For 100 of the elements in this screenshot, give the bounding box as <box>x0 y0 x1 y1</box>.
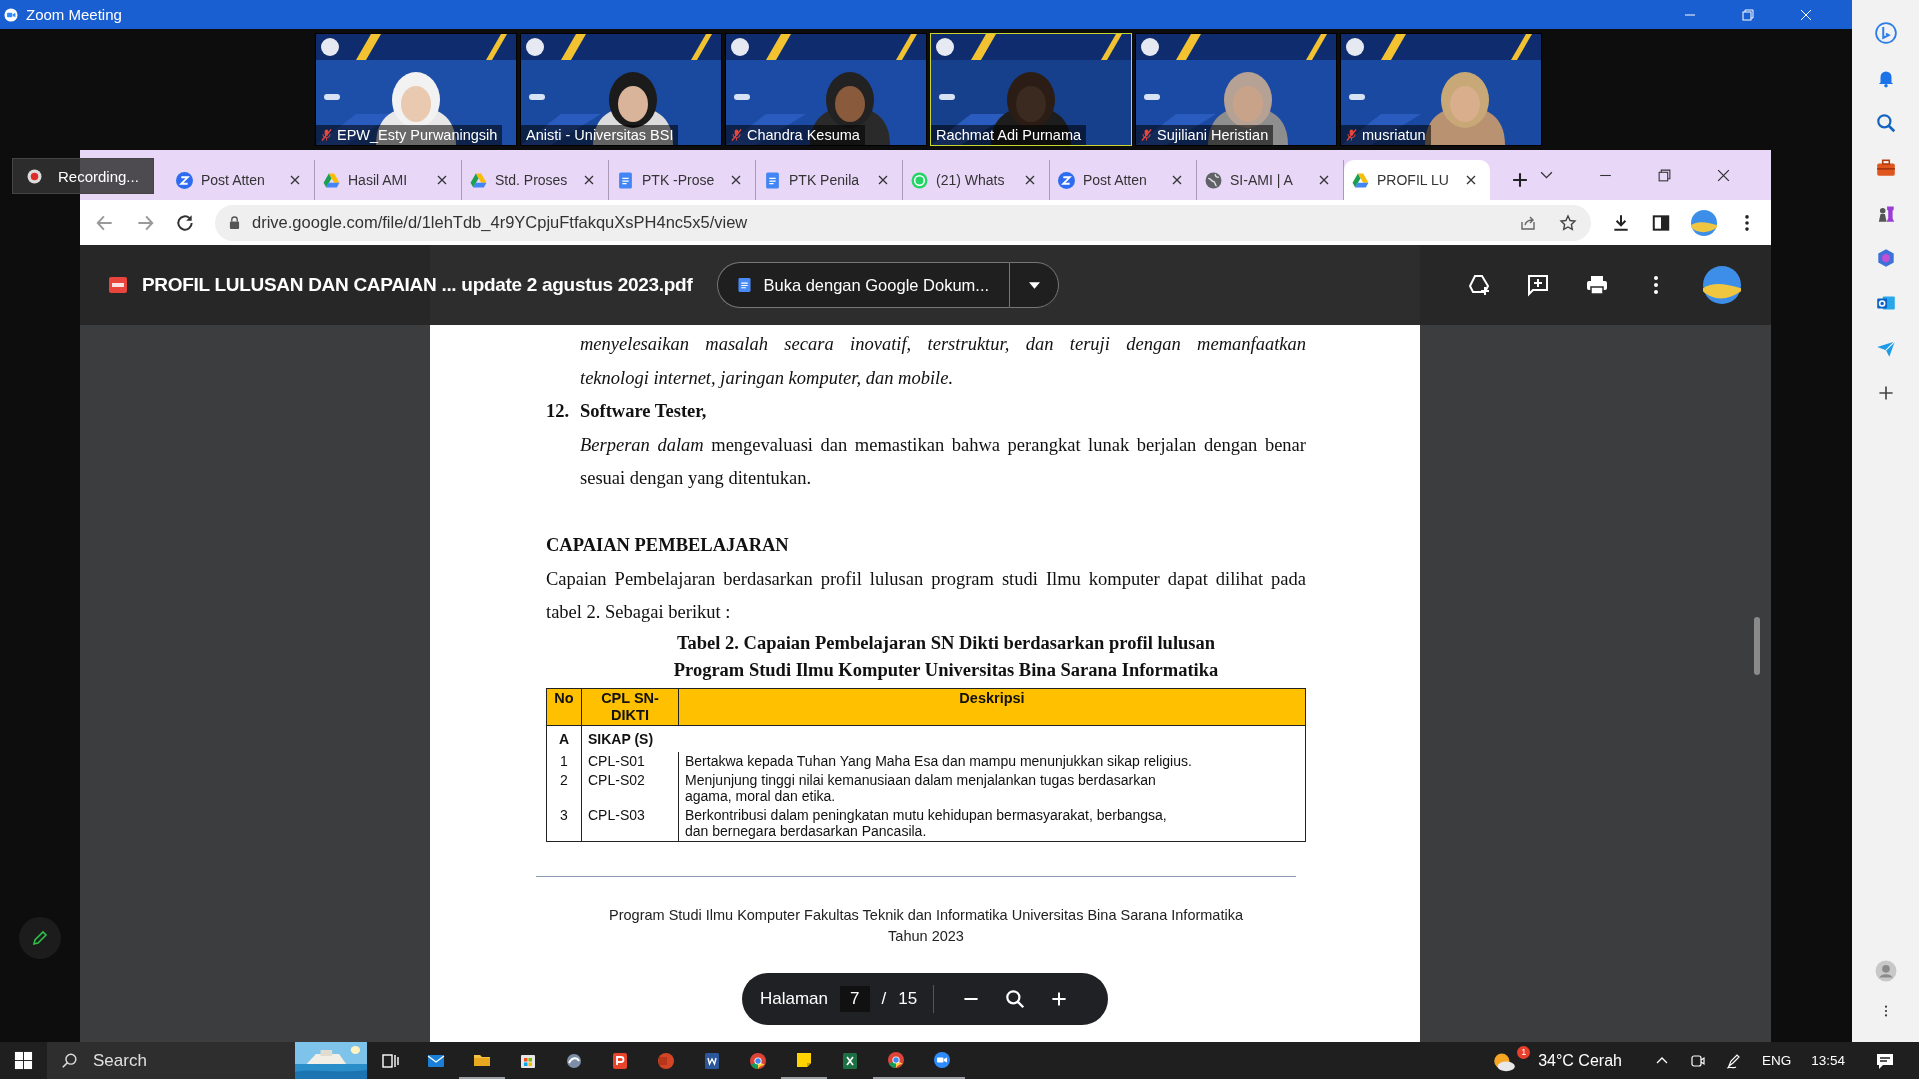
open-with-button[interactable]: Buka dengan Google Dokum... <box>717 262 1010 308</box>
weather-text[interactable]: 34°C Cerah <box>1538 1051 1622 1070</box>
drive-favicon-icon <box>1352 171 1369 189</box>
text-line: Berperan dalam mengevaluasi dan memastikan bahwa perangkat lunak berjalan dengan benar <box>580 433 1306 457</box>
browser-tab[interactable]: PROFIL LU <box>1344 160 1490 200</box>
table-cell: A <box>546 725 582 752</box>
presentation-icon[interactable] <box>656 1050 676 1071</box>
column-header: CPL SN-DIKTI <box>581 688 679 725</box>
drive-favicon-icon <box>323 171 340 189</box>
table-cell: Berkontribusi dalam peningkatan mutu kehidupan bermasyarakat, berbangsa, dan bernegara berdasarkan Pancasila. <box>678 805 1306 841</box>
video-app-icon[interactable] <box>932 1049 952 1070</box>
document-icon <box>738 277 752 293</box>
participant-tile[interactable]: Sujiliani Heristian <box>1135 33 1337 146</box>
table-cell: CPL-S02 <box>581 770 679 806</box>
page-count: 15 <box>898 989 918 1009</box>
close-icon[interactable] <box>584 175 594 185</box>
magnifier-icon[interactable] <box>1004 988 1027 1010</box>
notification-badge: 1 <box>1517 1045 1531 1059</box>
participant-tile[interactable]: Rachmat Adi Purnama <box>930 33 1132 146</box>
add-comment-icon[interactable] <box>1526 273 1550 297</box>
b-logo-icon[interactable] <box>1874 22 1897 44</box>
person-icon[interactable] <box>1874 960 1897 982</box>
pen-icon[interactable] <box>1725 1052 1742 1069</box>
document-favicon-icon <box>617 171 634 189</box>
window-title: Zoom Meeting <box>26 6 122 23</box>
zoom-favicon-icon <box>176 171 193 189</box>
clock[interactable]: 13:54 <box>1811 1053 1845 1068</box>
page-separator: / <box>881 989 887 1009</box>
video-app-icon <box>4 7 18 22</box>
wps-icon[interactable] <box>610 1050 630 1071</box>
recording-label: Recording... <box>58 167 139 185</box>
column-header: Deskripsi <box>678 688 1306 725</box>
chat-favicon-icon <box>911 171 928 189</box>
close-icon[interactable] <box>1466 175 1476 185</box>
new-tab-icon[interactable] <box>1512 172 1528 188</box>
participant-name: musriatun <box>1362 127 1426 143</box>
table-cell: 1 <box>546 751 582 771</box>
restore-icon[interactable] <box>1742 8 1754 21</box>
close-icon[interactable] <box>437 175 447 185</box>
text-line: teknologi internet, jaringan komputer, dan mobile. <box>580 366 955 390</box>
word-processor-icon[interactable] <box>702 1050 722 1071</box>
restore-icon[interactable] <box>1657 168 1672 183</box>
table-caption: Program Studi Ilmu Komputer Universitas Bina Sarana Informatika <box>672 658 1220 682</box>
camera-icon[interactable] <box>1689 1052 1706 1069</box>
close-icon[interactable] <box>1716 168 1731 183</box>
spreadsheet-icon[interactable] <box>840 1050 860 1071</box>
chrome-icon[interactable] <box>886 1049 906 1070</box>
participant-name: Sujiliani Heristian <box>1157 127 1269 143</box>
participant-name: Rachmat Adi Purnama <box>936 127 1082 143</box>
close-icon[interactable] <box>731 175 741 185</box>
scrollbar-thumb[interactable] <box>1754 617 1760 675</box>
caret-icon <box>1028 281 1040 289</box>
participant-name: Chandra Kesuma <box>747 127 860 143</box>
toolbox-icon[interactable] <box>1874 157 1897 179</box>
page-footer: Program Studi Ilmu Komputer Fakultas Teknik dan Informatika Universitas Bina Sarana Informatika <box>546 904 1306 926</box>
close-icon[interactable] <box>1025 175 1035 185</box>
text-line: sesuai dengan yang ditentukan. <box>580 467 813 490</box>
avatar-icon[interactable] <box>1703 266 1741 304</box>
language-indicator[interactable]: ENG <box>1761 1053 1792 1068</box>
address-bar[interactable]: drive.google.com/file/d/1lehTdb_4r9YCpjuFtfakquXsPH4nc5x5/view <box>215 204 1591 241</box>
star-icon[interactable] <box>1559 213 1577 232</box>
url-text: drive.google.com/file/d/1lehTdb_4r9YCpjuFtfakquXsPH4nc5x5/view <box>252 213 749 232</box>
annotate-button[interactable] <box>19 917 61 959</box>
more-icon[interactable] <box>1882 1004 1889 1018</box>
text-line: menyelesaikan masalah secara inovatif, terstruktur, dan teruji dengan memanfaatkan <box>580 333 1306 356</box>
table-cell: 3 <box>546 805 582 841</box>
item-title: Software Tester, <box>580 400 707 423</box>
table-cell: CPL-S03 <box>581 805 679 841</box>
windows-start-icon[interactable] <box>14 1051 33 1070</box>
drive-favicon-icon <box>470 171 487 189</box>
close-icon[interactable] <box>878 175 888 185</box>
table-cell: Menjunjung tinggi nilai kemanusiaan dalam menjalankan tugas berdasarkan agama, moral dan etika. <box>678 770 1306 806</box>
paragraph-line: tabel 2. Sebagai berikut : <box>546 601 732 624</box>
search-icon[interactable] <box>1874 112 1897 134</box>
drive-add-icon[interactable] <box>1467 273 1491 297</box>
reload-icon[interactable] <box>175 212 195 233</box>
page-number-field[interactable]: 7 <box>840 986 870 1012</box>
lock-icon <box>229 216 240 229</box>
pdf-file-icon <box>108 275 128 295</box>
side-panel-icon[interactable] <box>1651 212 1671 233</box>
download-icon[interactable] <box>1611 212 1631 233</box>
table-cell: 2 <box>546 770 582 806</box>
participant-tile[interactable]: musriatun <box>1340 33 1542 146</box>
participant-tile[interactable]: Chandra Kesuma <box>725 33 927 146</box>
column-header: No <box>546 688 582 725</box>
paragraph-line: Capaian Pembelajaran berdasarkan profil lulusan program studi Ilmu komputer dapat dilihat pada <box>546 567 1306 591</box>
search-field[interactable]: Search <box>47 1042 367 1079</box>
close-icon[interactable] <box>290 175 300 185</box>
dropdown-button[interactable] <box>1009 262 1060 308</box>
close-icon[interactable] <box>1319 175 1329 185</box>
zoom-favicon-icon <box>1058 171 1075 189</box>
chrome-icon[interactable] <box>748 1050 768 1071</box>
page-footer: Tahun 2023 <box>546 925 1306 947</box>
document-favicon-icon <box>764 171 781 189</box>
close-icon[interactable] <box>1172 175 1182 185</box>
pencil-icon <box>30 928 50 948</box>
record-icon <box>27 168 42 184</box>
table-caption: Tabel 2. Capaian Pembelajaran SN Dikti berdasarkan profil lulusan <box>675 631 1217 655</box>
page-label: Halaman <box>760 989 829 1009</box>
print-icon[interactable] <box>1585 273 1609 297</box>
